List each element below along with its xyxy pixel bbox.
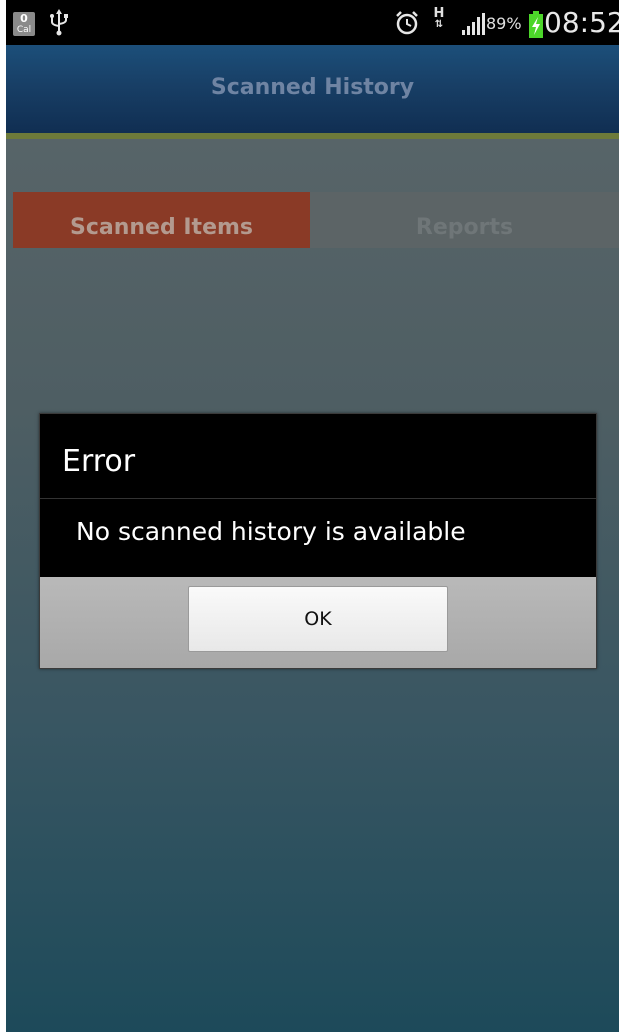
clock: 08:52 (544, 6, 619, 39)
alarm-icon (396, 11, 418, 35)
tab-reports[interactable]: Reports (310, 192, 619, 248)
battery-percent: 89% (486, 14, 522, 33)
calendar-label: Cal (16, 25, 32, 35)
dialog-title: Error (62, 444, 136, 479)
battery-charging-icon (529, 11, 543, 38)
page-title: Scanned History (210, 75, 415, 100)
hsdpa-icon: H ⇅ (433, 6, 445, 30)
calendar-icon: 0 Cal (13, 12, 35, 36)
usb-icon (50, 9, 68, 36)
status-bar: 0 Cal H ⇅ 89% 08:52 (6, 0, 619, 45)
dialog-divider (40, 498, 596, 499)
app-header: Scanned History (6, 45, 619, 139)
tab-scanned-items[interactable]: Scanned Items (13, 192, 310, 248)
ok-button[interactable]: OK (188, 586, 448, 652)
calendar-count: 0 (20, 12, 28, 25)
signal-icon (462, 13, 485, 35)
dialog-footer: OK (40, 577, 596, 668)
screen: 0 Cal H ⇅ 89% 08:52 Scanned History Scan… (6, 0, 619, 1032)
dialog-message: No scanned history is available (76, 517, 466, 546)
error-dialog: Error No scanned history is available OK (39, 413, 597, 669)
